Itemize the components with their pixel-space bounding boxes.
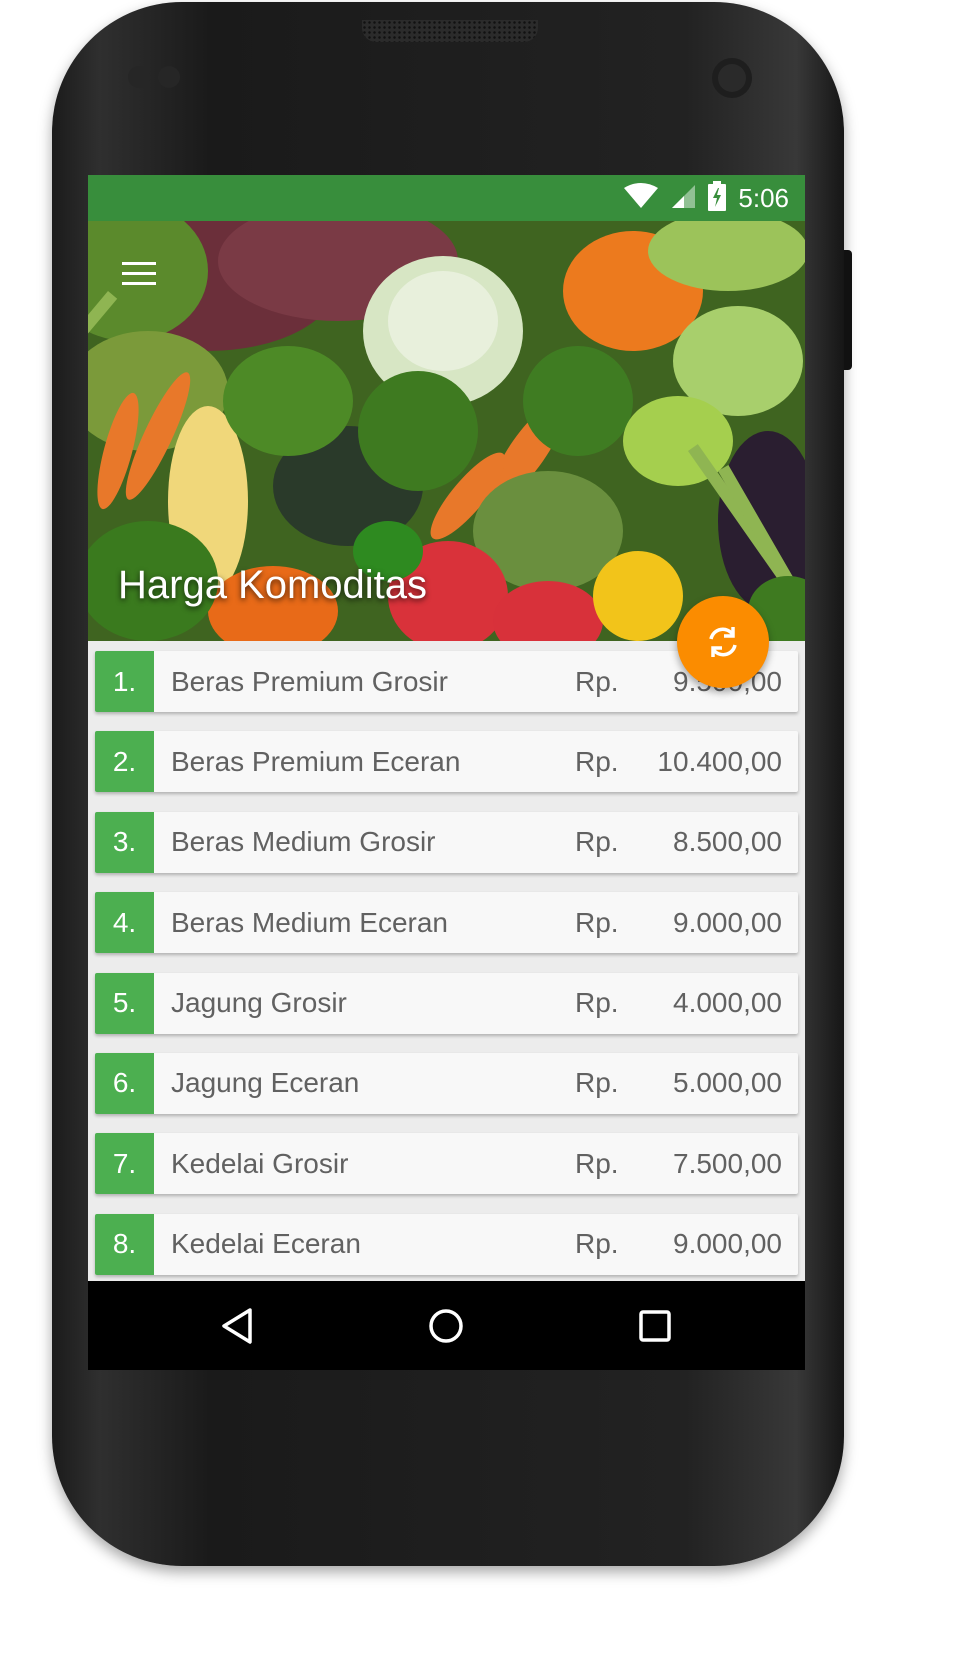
item-currency: Rp. [575,1067,619,1099]
item-name: Kedelai Eceran [171,1228,361,1260]
recents-button[interactable] [610,1281,700,1370]
status-time: 5:06 [738,182,789,213]
list-item[interactable]: 2. Beras Premium Eceran Rp. 10.400,00 [95,731,798,793]
refresh-button[interactable] [677,596,769,688]
back-icon [222,1307,252,1344]
side-button [844,250,852,370]
menu-button[interactable] [116,257,164,291]
item-currency: Rp. [575,1147,619,1179]
refresh-icon [709,627,737,657]
item-currency: Rp. [575,665,619,697]
item-name: Kedelai Grosir [171,1147,349,1179]
back-button[interactable] [192,1281,282,1370]
navigation-bar [88,1281,805,1370]
recents-icon [639,1309,671,1342]
list-item[interactable]: 6. Jagung Eceran Rp. 5.000,00 [95,1052,798,1114]
item-price: 8.500,00 [673,826,782,858]
home-button[interactable] [401,1281,491,1370]
item-name: Beras Premium Eceran [171,745,461,777]
item-name: Jagung Eceran [171,1067,360,1099]
item-currency: Rp. [575,745,619,777]
item-number: 8. [95,1213,154,1275]
list-item[interactable]: 5. Jagung Grosir Rp. 4.000,00 [95,972,798,1034]
proximity-sensor [128,66,150,88]
hamburger-menu-icon [116,262,164,285]
status-bar: 5:06 [88,175,805,221]
item-name: Beras Medium Eceran [171,906,449,938]
item-price: 5.000,00 [673,1067,782,1099]
item-name: Jagung Grosir [171,987,347,1019]
list-item[interactable]: 8. Kedelai Eceran Rp. 9.000,00 [95,1213,798,1275]
item-price: 10.400,00 [657,745,782,777]
front-camera [712,58,752,98]
wifi-icon [624,182,659,214]
home-icon [429,1308,463,1343]
header-banner: Harga Komoditas [88,221,805,641]
item-currency: Rp. [575,987,619,1019]
item-price: 9.000,00 [673,1228,782,1260]
earpiece-speaker [362,20,538,42]
item-price: 9.000,00 [673,906,782,938]
item-price: 4.000,00 [673,987,782,1019]
item-name: Beras Premium Grosir [171,665,448,697]
item-name: Beras Medium Grosir [171,826,436,858]
item-number: 1. [95,651,154,712]
battery-charging-icon [708,180,727,216]
item-currency: Rp. [575,906,619,938]
item-number: 3. [95,811,154,873]
item-number: 7. [95,1133,154,1195]
light-sensor [158,66,180,88]
item-number: 4. [95,892,154,954]
screen: 5:06 Harga Komoditas 1. Beras Premium Gr… [88,175,805,1370]
list-item[interactable]: 7. Kedelai Grosir Rp. 7.500,00 [95,1133,798,1195]
signal-icon [670,183,696,214]
item-number: 5. [95,972,154,1034]
item-currency: Rp. [575,826,619,858]
item-price: 7.500,00 [673,1147,782,1179]
list-item[interactable]: 4. Beras Medium Eceran Rp. 9.000,00 [95,892,798,954]
item-number: 6. [95,1052,154,1114]
commodity-list: 1. Beras Premium Grosir Rp. 9.500,00 2. … [95,651,798,1294]
item-number: 2. [95,731,154,793]
page-title: Harga Komoditas [118,563,428,607]
item-currency: Rp. [575,1228,619,1260]
list-item[interactable]: 3. Beras Medium Grosir Rp. 8.500,00 [95,811,798,873]
